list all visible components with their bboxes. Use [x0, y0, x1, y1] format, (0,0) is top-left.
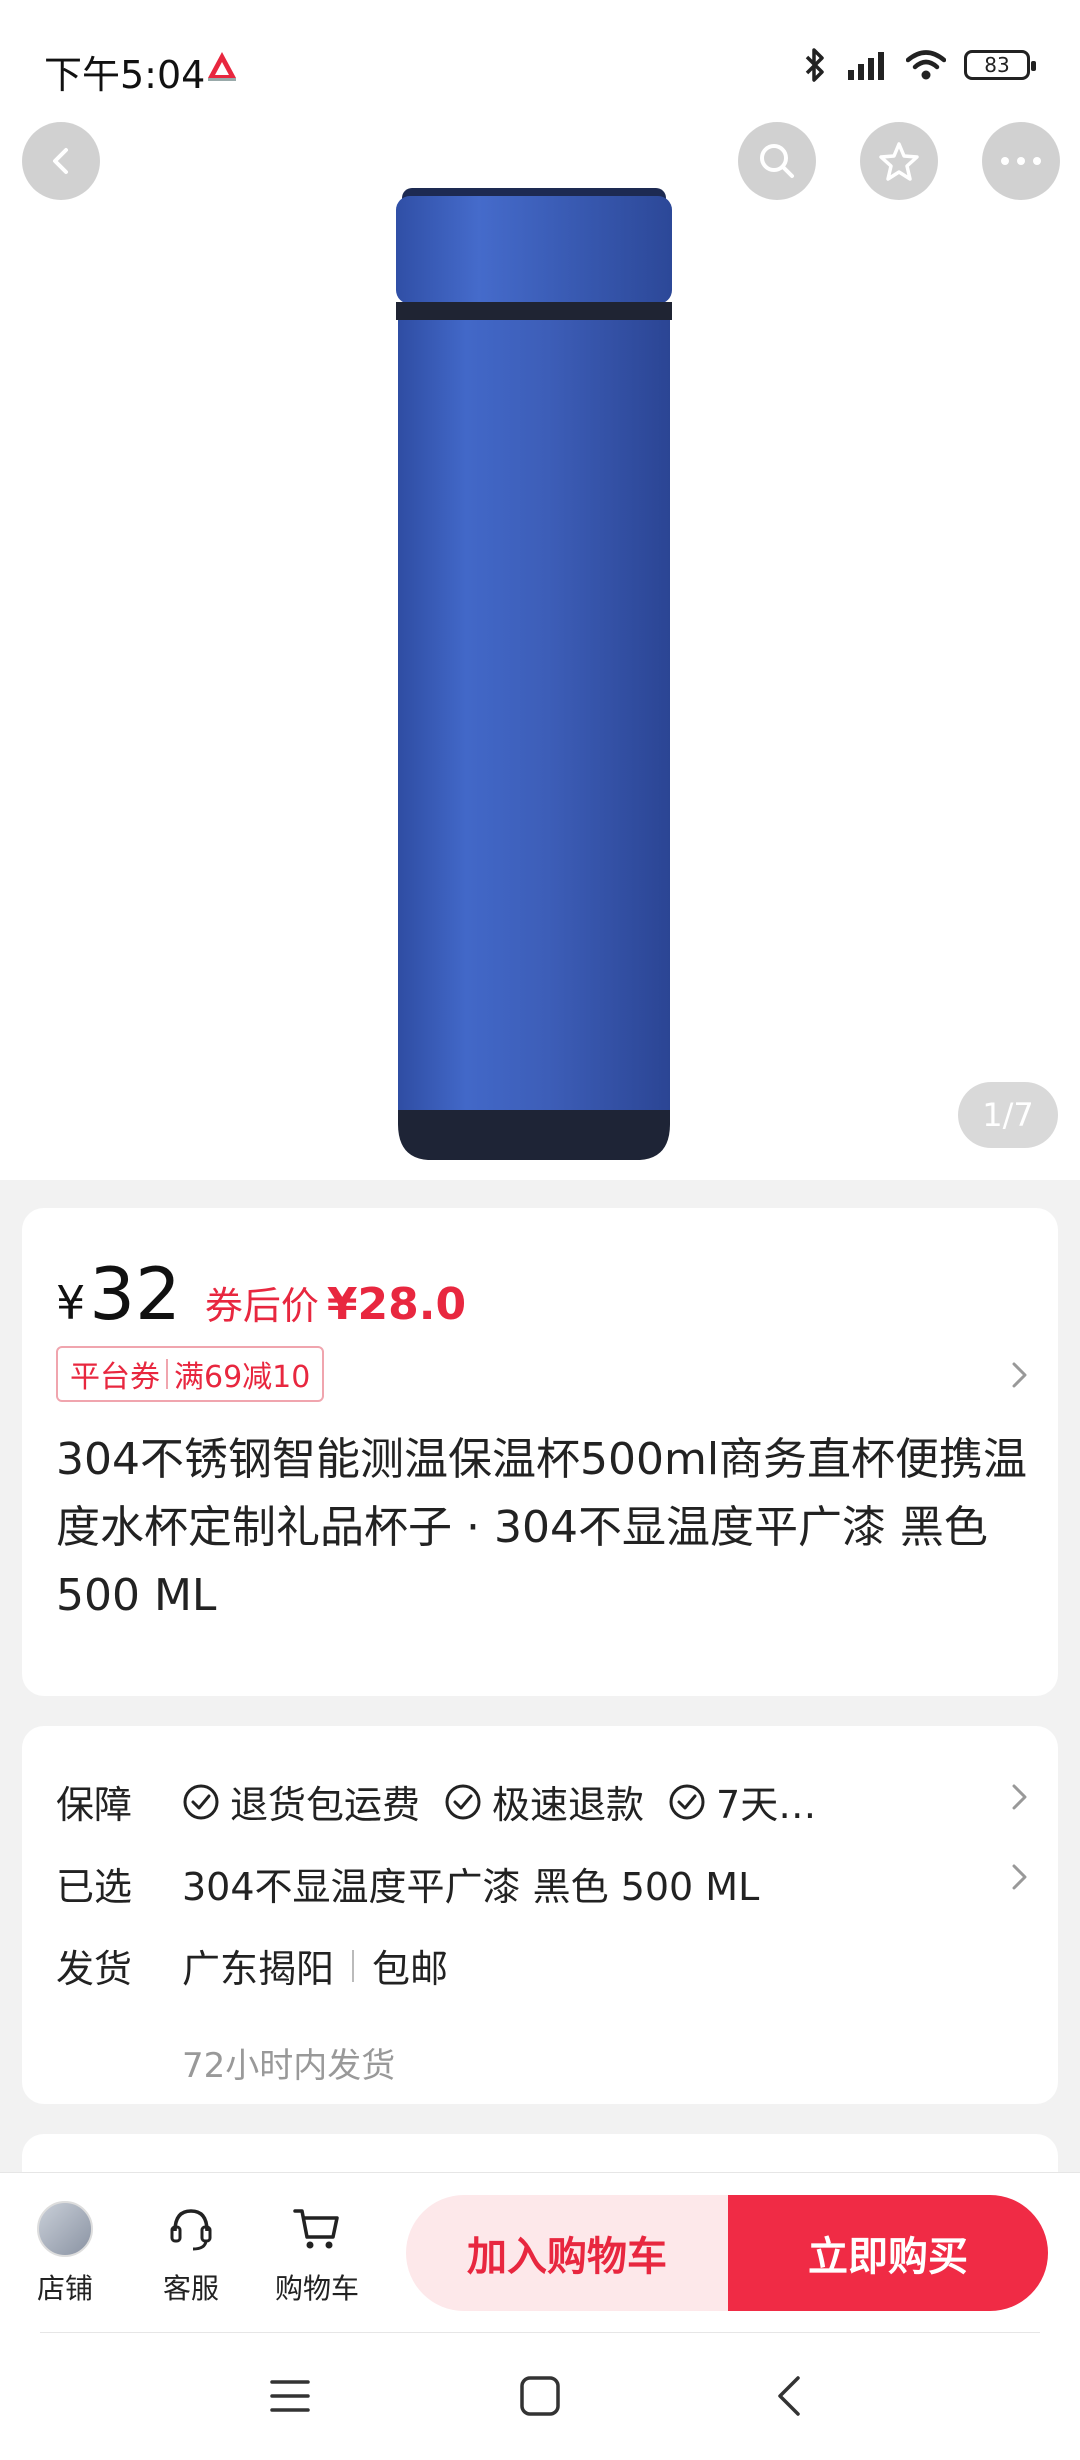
add-to-cart-button[interactable]: 加入购物车	[406, 2195, 728, 2311]
currency-symbol: ¥	[56, 1276, 86, 1330]
guarantee-item: 退货包运费	[182, 1774, 420, 1829]
chevron-right-icon[interactable]	[1004, 1782, 1034, 1812]
guarantee-text: 7天…	[716, 1783, 817, 1827]
customer-service-icon	[170, 2209, 212, 2251]
coupon-tag: 平台券	[70, 1360, 160, 1395]
chevron-right-icon[interactable]	[1004, 1862, 1034, 1892]
check-circle-icon	[669, 1784, 705, 1819]
info-card: 保障 退货包运费 极速退款 7天… 已选 304不显温度平广漆 黑色 500 M…	[22, 1726, 1058, 2104]
coupon-badge[interactable]: 平台券 满69减10	[56, 1346, 325, 1402]
shipping-fee: 包邮	[372, 1947, 449, 1991]
divider	[352, 1949, 355, 1982]
price-card: ¥ 32 券后价 ¥28.0 平台券 满69减10 304不锈钢智能测温保温杯5…	[22, 1208, 1058, 1696]
selected-row[interactable]: 已选 304不显温度平广漆 黑色 500 ML	[56, 1856, 759, 1911]
coupon-rule: 满69减10	[174, 1360, 311, 1395]
system-nav-bar	[0, 2332, 1080, 2460]
selected-value: 304不显温度平广漆 黑色 500 ML	[182, 1865, 760, 1909]
shipping-label: 发货	[56, 1947, 133, 1991]
more-dots-icon	[1001, 157, 1041, 165]
status-icons: 83	[802, 46, 1036, 84]
product-title: 304不锈钢智能测温保温杯500ml商务直杯便携温度水杯定制礼品杯子 · 304…	[56, 1434, 1028, 1621]
menu-icon[interactable]	[268, 2376, 312, 2416]
price: 32	[89, 1252, 181, 1336]
guarantee-text: 退货包运费	[230, 1783, 421, 1827]
back-nav-icon[interactable]	[772, 2374, 808, 2418]
favorite-button[interactable]	[860, 122, 938, 200]
more-button[interactable]	[982, 122, 1060, 200]
selected-label: 已选	[56, 1865, 133, 1909]
status-bar: 下午5:04 83	[0, 0, 1080, 130]
check-circle-icon	[183, 1784, 219, 1819]
guarantee-item: 极速退款	[444, 1774, 644, 1829]
chevron-right-icon[interactable]	[1004, 1360, 1034, 1390]
battery-indicator: 83	[964, 50, 1036, 80]
back-button[interactable]	[22, 122, 100, 200]
store-tab[interactable]: 店铺	[10, 2199, 120, 2307]
guarantee-row[interactable]: 保障 退货包运费 极速退款 7天…	[56, 1774, 840, 1829]
shipping-time: 72小时内发货	[182, 2046, 396, 2086]
search-button[interactable]	[738, 122, 816, 200]
divider	[40, 2332, 1040, 2333]
guarantee-text: 极速退款	[492, 1783, 645, 1827]
cart-tab[interactable]: 购物车	[262, 2199, 372, 2307]
guarantee-label: 保障	[56, 1783, 133, 1827]
app-notification-icon	[208, 52, 236, 81]
shipping-row: 发货 广东揭阳 包邮	[56, 1938, 448, 1993]
product-gallery[interactable]: 1/7	[0, 0, 1080, 1180]
cart-label: 购物车	[274, 2272, 359, 2305]
service-label: 客服	[162, 2272, 219, 2305]
bluetooth-icon	[805, 48, 824, 82]
image-counter: 1/7	[958, 1082, 1058, 1148]
store-avatar	[37, 2201, 93, 2257]
star-icon	[879, 142, 919, 181]
battery-level: 83	[984, 53, 1010, 77]
coupon-divider	[166, 1359, 168, 1389]
shipping-from: 广东揭阳	[182, 1947, 335, 1991]
home-icon[interactable]	[518, 2374, 562, 2418]
search-icon	[760, 144, 794, 178]
price-row: ¥ 32 券后价 ¥28.0	[56, 1252, 466, 1336]
status-time: 下午5:04	[44, 53, 206, 97]
service-tab[interactable]: 客服	[136, 2199, 246, 2307]
check-circle-icon	[445, 1784, 481, 1819]
wifi-icon	[906, 50, 946, 80]
signal-icon	[848, 52, 884, 80]
chevron-left-icon	[53, 148, 68, 174]
after-coupon-label: 券后价	[204, 1284, 319, 1328]
store-label: 店铺	[36, 2272, 93, 2305]
bottom-action-bar: 店铺 客服 购物车 加入购物车 立即购买	[0, 2172, 1080, 2332]
cart-icon	[293, 2209, 339, 2249]
after-coupon-price: ¥28.0	[326, 1279, 467, 1330]
guarantee-item: 7天…	[668, 1774, 816, 1829]
buy-now-button[interactable]: 立即购买	[728, 2195, 1048, 2311]
